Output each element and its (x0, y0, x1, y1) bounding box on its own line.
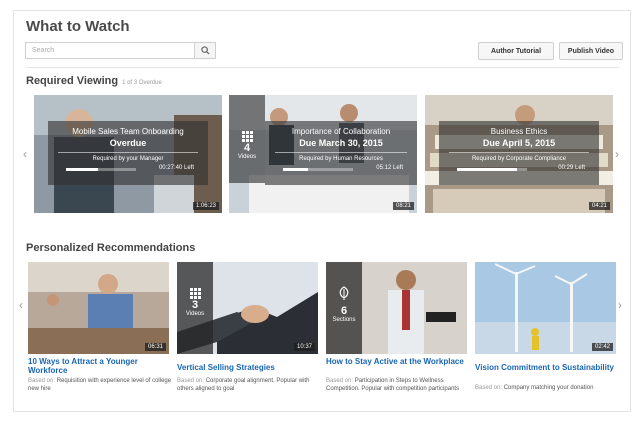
search-input[interactable]: Search (25, 42, 195, 59)
progress-bar (283, 168, 353, 171)
required-card-overlay: Mobile Sales Team Onboarding Overdue Req… (48, 121, 208, 185)
time-left: 05:12 Left (376, 165, 403, 171)
required-card-overlay: Importance of Collaboration Due March 30… (265, 121, 417, 185)
duration-badge: 04:21 (588, 202, 610, 210)
progress-fill (283, 168, 308, 171)
grid-icon (177, 288, 213, 299)
required-viewing-heading: Required Viewing 1 of 3 Overdue (26, 75, 162, 87)
recommendation-title-2[interactable]: Vertical Selling Strategies (177, 363, 322, 372)
overlay-divider (449, 152, 589, 153)
badge-label: Videos (237, 154, 257, 160)
leaf-icon (339, 286, 349, 300)
recommendation-title-3[interactable]: How to Stay Active at the Workplace (326, 357, 471, 366)
required-prev-arrow[interactable]: ‹ (23, 147, 27, 161)
time-left: 00:27:40 Left (158, 165, 194, 171)
progress-row: 05:12 Left (265, 165, 417, 174)
overdue-count: 1 of 3 Overdue (122, 80, 162, 86)
header-divider (26, 67, 619, 68)
required-card-3[interactable]: Business Ethics Due April 5, 2015 Requir… (425, 95, 613, 213)
recommendation-card-2[interactable]: 3 Videos 10:37 (177, 262, 318, 354)
videos-badge: 4 Videos (229, 95, 265, 183)
required-card-1[interactable]: Mobile Sales Team Onboarding Overdue Req… (34, 95, 222, 213)
video-thumbnail (475, 262, 616, 354)
progress-row: 00:27:40 Left (48, 165, 208, 174)
time-left: 00:29 Left (558, 165, 585, 171)
overlay-divider (275, 152, 407, 153)
recommendation-reason-4: Based on: Company matching your donation (475, 384, 620, 392)
recommendation-title-4[interactable]: Vision Commitment to Sustainability (475, 363, 620, 372)
card-required-by: Required by Human Resources (299, 156, 383, 162)
card-title: Importance of Collaboration (291, 127, 391, 136)
recommendation-reason-2: Based on: Corporate goal alignment. Popu… (177, 377, 322, 393)
duration-badge: 1:06:23 (192, 202, 219, 210)
recommendation-card-4[interactable]: 02:42 (475, 262, 616, 354)
based-on-label: Based on: (475, 385, 503, 391)
required-card-overlay: Business Ethics Due April 5, 2015 Requir… (439, 121, 599, 185)
progress-bar (66, 168, 136, 171)
author-tutorial-button[interactable]: Author Tutorial (478, 42, 554, 60)
recommendations-title: Personalized Recommendations (26, 242, 196, 254)
main-panel: What to Watch Search Author Tutorial Pub… (13, 10, 631, 412)
search-button[interactable] (194, 42, 216, 59)
required-next-arrow[interactable]: › (615, 147, 619, 161)
based-on-label: Based on: (28, 378, 56, 384)
duration-badge: 02:42 (591, 343, 613, 351)
based-on-label: Based on: (177, 378, 205, 384)
recommendation-card-3[interactable]: 6 Sections (326, 262, 467, 354)
search-icon (200, 46, 210, 55)
progress-fill (457, 168, 517, 171)
duration-badge: 08:21 (392, 202, 414, 210)
recommendation-title-1[interactable]: 10 Ways to Attract a Younger Workforce (28, 357, 173, 375)
required-card-2[interactable]: 4 Videos Importance of Collaboration Due… (229, 95, 417, 213)
card-status: Due March 30, 2015 (299, 138, 383, 148)
badge-label: Videos (185, 311, 205, 317)
card-status: Overdue (109, 138, 147, 148)
card-title: Business Ethics (490, 127, 548, 136)
page-title: What to Watch (26, 18, 130, 35)
grid-icon (229, 131, 265, 142)
badge-count: 6 (340, 305, 348, 317)
card-required-by: Required by your Manager (92, 156, 164, 162)
recommendation-reason-3: Based on: Participation in Steps to Well… (326, 377, 471, 393)
recommendation-reason-1: Based on: Requisition with experience le… (28, 377, 173, 393)
badge-label: Sections (332, 317, 356, 323)
overlay-divider (58, 152, 198, 153)
card-status: Due April 5, 2015 (482, 138, 556, 148)
sections-badge: 6 Sections (326, 262, 362, 354)
video-thumbnail (28, 262, 169, 354)
recommendations-next-arrow[interactable]: › (618, 298, 622, 312)
videos-badge: 3 Videos (177, 262, 213, 354)
publish-video-button[interactable]: Publish Video (559, 42, 623, 60)
required-viewing-title: Required Viewing (26, 75, 119, 87)
progress-bar (457, 168, 527, 171)
progress-fill (66, 168, 98, 171)
card-required-by: Required by Corporate Compliance (471, 156, 567, 162)
based-on-text: Company matching your donation (503, 385, 594, 391)
recommendations-prev-arrow[interactable]: ‹ (19, 298, 23, 312)
based-on-label: Based on: (326, 378, 354, 384)
badge-count: 3 (191, 299, 199, 311)
recommendation-card-1[interactable]: 06:31 (28, 262, 169, 354)
progress-row: 00:29 Left (439, 165, 599, 174)
card-title: Mobile Sales Team Onboarding (72, 127, 184, 136)
badge-count: 4 (243, 142, 251, 154)
duration-badge: 06:31 (144, 343, 166, 351)
duration-badge: 10:37 (293, 343, 315, 351)
